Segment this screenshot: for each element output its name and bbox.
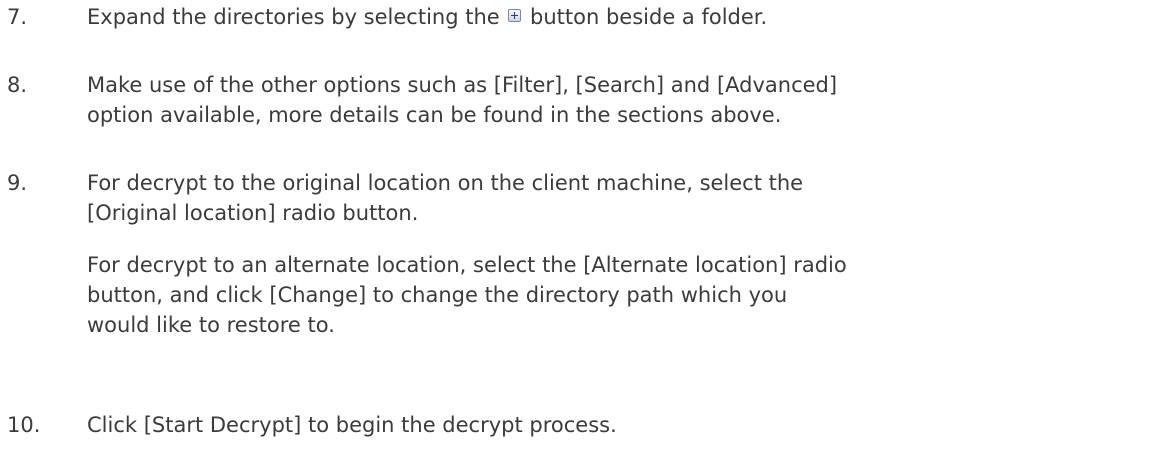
step-text-before-icon: Expand the directories by selecting the — [87, 5, 507, 29]
step-line: Make use of the other options such as [F… — [87, 73, 838, 97]
step-text: Make use of the other options such as [F… — [87, 70, 1149, 130]
step-line: For decrypt to the original location on … — [87, 171, 804, 195]
step-paragraph: Expand the directories by selecting the … — [87, 2, 1149, 32]
step-line: Click [Start Decrypt] to begin the decry… — [87, 413, 617, 437]
step-line: option available, more details can be fo… — [87, 103, 782, 127]
step-number: 7. — [7, 5, 28, 29]
step-text: For decrypt to the original location on … — [87, 168, 1149, 340]
step-followup-line: would like to restore to. — [87, 313, 335, 337]
step-text-after-icon: button beside a folder. — [523, 5, 768, 29]
step-number: 8. — [7, 73, 28, 97]
step-text: Expand the directories by selecting the … — [87, 2, 1149, 32]
step-line: [Original location] radio button. — [87, 201, 419, 225]
step-number: 9. — [7, 171, 28, 195]
step-text: Click [Start Decrypt] to begin the decry… — [87, 410, 1149, 440]
step-followup-line: button, and click [Change] to change the… — [87, 283, 788, 307]
plus-expand-icon — [508, 9, 522, 22]
step-followup-line: For decrypt to an alternate location, se… — [87, 253, 847, 277]
step-number: 10. — [7, 413, 41, 437]
